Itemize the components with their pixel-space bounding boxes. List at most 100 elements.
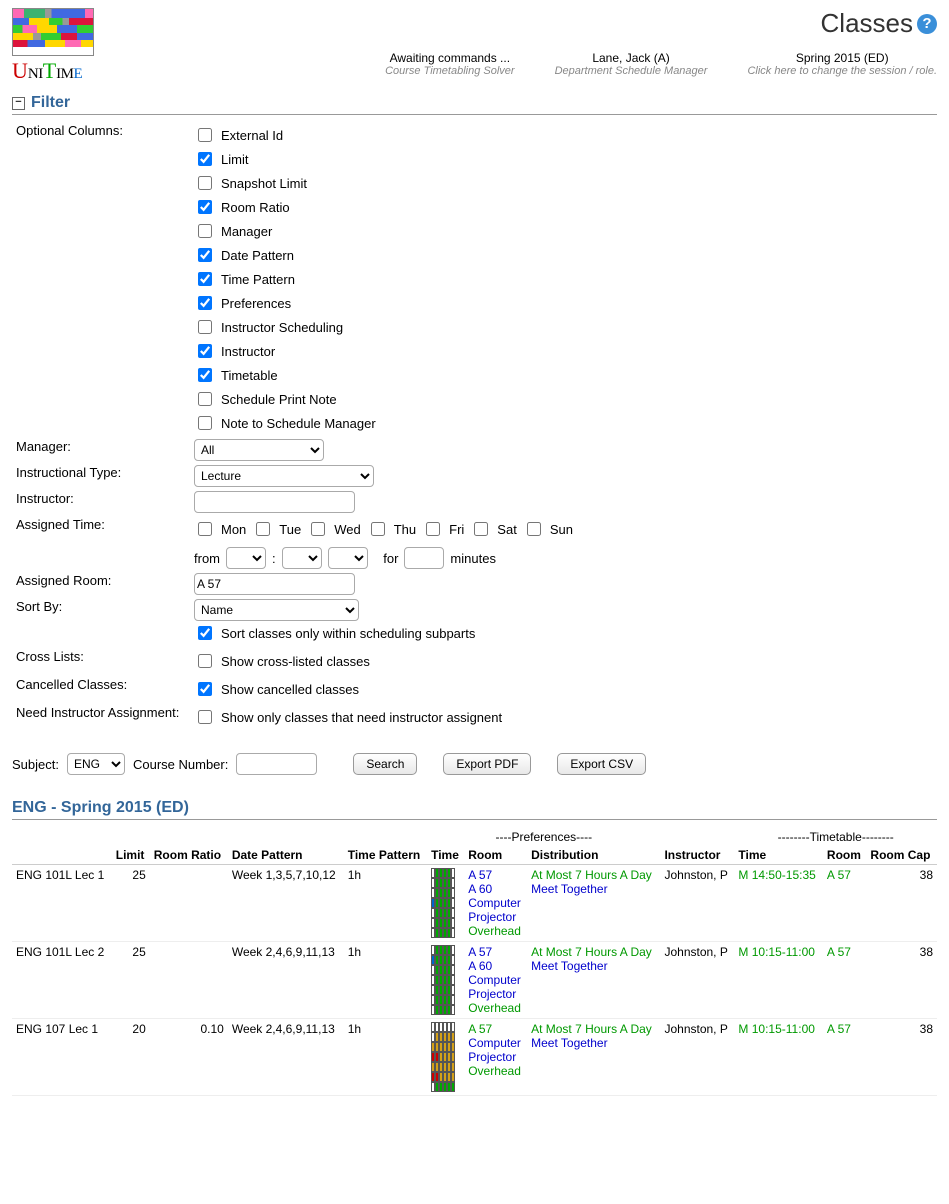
col-date-pattern[interactable]: Date Pattern [228, 846, 344, 865]
dist-pref[interactable]: At Most 7 Hours A Day [531, 868, 656, 882]
optcol-5-checkbox[interactable] [198, 248, 212, 262]
room-pref[interactable]: A 57 [468, 1022, 523, 1036]
instructor-input[interactable] [194, 491, 355, 513]
room-pref[interactable]: A 60 [468, 882, 523, 896]
day-thu-checkbox[interactable] [371, 522, 385, 536]
day-sat-checkbox[interactable] [474, 522, 488, 536]
sort-within-checkbox[interactable] [198, 626, 212, 640]
col-tt-time[interactable]: Time [734, 846, 822, 865]
room-pref[interactable]: Projector [468, 1050, 523, 1064]
instructor-cell[interactable]: Johnston, P [660, 865, 734, 942]
tt-time-cell[interactable]: M 10:15-11:00 [734, 1019, 822, 1096]
day-fri-checkbox[interactable] [426, 522, 440, 536]
sort-by-select[interactable]: Name [194, 599, 359, 621]
instructor-cell[interactable]: Johnston, P [660, 942, 734, 1019]
tt-room-cell[interactable]: A 57 [823, 865, 867, 942]
optcol-7-checkbox[interactable] [198, 296, 212, 310]
col-distribution[interactable]: Distribution [527, 846, 660, 865]
dist-pref[interactable]: At Most 7 Hours A Day [531, 945, 656, 959]
col-room-cap[interactable]: Room Cap [866, 846, 937, 865]
from-min-select[interactable] [282, 547, 322, 569]
cancelled-checkbox[interactable] [198, 682, 212, 696]
optcol-6-checkbox[interactable] [198, 272, 212, 286]
need-instr-checkbox[interactable] [198, 710, 212, 724]
optcol-2-checkbox[interactable] [198, 176, 212, 190]
room-pref[interactable]: Overhead [468, 924, 523, 938]
tt-time-cell[interactable]: M 14:50-15:35 [734, 865, 822, 942]
cross-lists-text[interactable]: Show cross-listed classes [221, 654, 370, 669]
collapse-icon[interactable]: − [12, 97, 25, 110]
class-cell[interactable]: ENG 107 Lec 1 [12, 1019, 112, 1096]
day-mon-checkbox[interactable] [198, 522, 212, 536]
time-pref-cell[interactable] [427, 942, 464, 1019]
room-pref[interactable]: A 60 [468, 959, 523, 973]
from-hour-select[interactable] [226, 547, 266, 569]
tt-room-cell[interactable]: A 57 [823, 942, 867, 1019]
room-pref[interactable]: Computer [468, 973, 523, 987]
col-tt-room[interactable]: Room [823, 846, 867, 865]
col-room-ratio[interactable]: Room Ratio [150, 846, 228, 865]
col-limit[interactable]: Limit [112, 846, 150, 865]
subject-select[interactable]: ENG [67, 753, 125, 775]
search-button[interactable]: Search [353, 753, 417, 775]
room-pref[interactable]: Overhead [468, 1064, 523, 1078]
time-pref-cell[interactable] [427, 1019, 464, 1096]
optcol-8-checkbox[interactable] [198, 320, 212, 334]
itype-select[interactable]: Lecture [194, 465, 374, 487]
class-cell[interactable]: ENG 101L Lec 2 [12, 942, 112, 1019]
optcol-3-checkbox[interactable] [198, 200, 212, 214]
assigned-room-input[interactable] [194, 573, 355, 595]
manager-select[interactable]: All [194, 439, 324, 461]
room-pref[interactable]: Computer [468, 896, 523, 910]
optcol-10-checkbox[interactable] [198, 368, 212, 382]
room-pref[interactable]: A 57 [468, 945, 523, 959]
sort-within-label[interactable]: Sort classes only within scheduling subp… [221, 626, 475, 641]
time-pref-cell[interactable] [427, 865, 464, 942]
dist-pref[interactable]: Meet Together [531, 959, 656, 973]
day-wed-checkbox[interactable] [311, 522, 325, 536]
help-icon[interactable]: ? [917, 14, 937, 34]
export-pdf-button[interactable]: Export PDF [443, 753, 531, 775]
optcol-9-checkbox[interactable] [198, 344, 212, 358]
tt-room-cell[interactable]: A 57 [823, 1019, 867, 1096]
room-pref[interactable]: Projector [468, 910, 523, 924]
course-number-input[interactable] [236, 753, 317, 775]
from-ampm-select[interactable] [328, 547, 368, 569]
day-tue-checkbox[interactable] [256, 522, 270, 536]
minutes-input[interactable] [404, 547, 444, 569]
dist-pref[interactable]: Meet Together [531, 1036, 656, 1050]
assigned-time-label: Assigned Time: [12, 515, 190, 571]
optcol-4-checkbox[interactable] [198, 224, 212, 238]
room-pref[interactable]: Overhead [468, 1001, 523, 1015]
col-class[interactable] [12, 846, 112, 865]
user-info[interactable]: Lane, Jack (A) Department Schedule Manag… [555, 51, 708, 77]
dist-pref[interactable]: At Most 7 Hours A Day [531, 1022, 656, 1036]
day-sun-checkbox[interactable] [527, 522, 541, 536]
cross-lists-checkbox[interactable] [198, 654, 212, 668]
col-instructor[interactable]: Instructor [660, 846, 734, 865]
need-instr-text[interactable]: Show only classes that need instructor a… [221, 710, 502, 725]
optcol-0-checkbox[interactable] [198, 128, 212, 142]
col-time-pattern[interactable]: Time Pattern [344, 846, 427, 865]
table-row[interactable]: ENG 101L Lec 2 25 Week 2,4,6,9,11,13 1h … [12, 942, 937, 1019]
room-pref[interactable]: Computer [468, 1036, 523, 1050]
room-pref[interactable]: Projector [468, 987, 523, 1001]
filter-table: Optional Columns: External Id Limit Snap… [12, 121, 937, 731]
cancelled-text[interactable]: Show cancelled classes [221, 682, 359, 697]
room-pref[interactable]: A 57 [468, 868, 523, 882]
col-time[interactable]: Time [427, 846, 464, 865]
optcol-1-checkbox[interactable] [198, 152, 212, 166]
table-row[interactable]: ENG 107 Lec 1 20 0.10 Week 2,4,6,9,11,13… [12, 1019, 937, 1096]
optcol-12-checkbox[interactable] [198, 416, 212, 430]
export-csv-button[interactable]: Export CSV [557, 753, 646, 775]
col-room[interactable]: Room [464, 846, 527, 865]
session-info[interactable]: Spring 2015 (ED) Click here to change th… [747, 51, 937, 77]
solver-status[interactable]: Awaiting commands ... Course Timetabling… [385, 51, 515, 77]
class-cell[interactable]: ENG 101L Lec 1 [12, 865, 112, 942]
tt-time-cell[interactable]: M 10:15-11:00 [734, 942, 822, 1019]
optcol-11-checkbox[interactable] [198, 392, 212, 406]
dist-pref[interactable]: Meet Together [531, 882, 656, 896]
table-row[interactable]: ENG 101L Lec 1 25 Week 1,3,5,7,10,12 1h … [12, 865, 937, 942]
logo[interactable]: UNITIME [12, 8, 102, 84]
instructor-cell[interactable]: Johnston, P [660, 1019, 734, 1096]
